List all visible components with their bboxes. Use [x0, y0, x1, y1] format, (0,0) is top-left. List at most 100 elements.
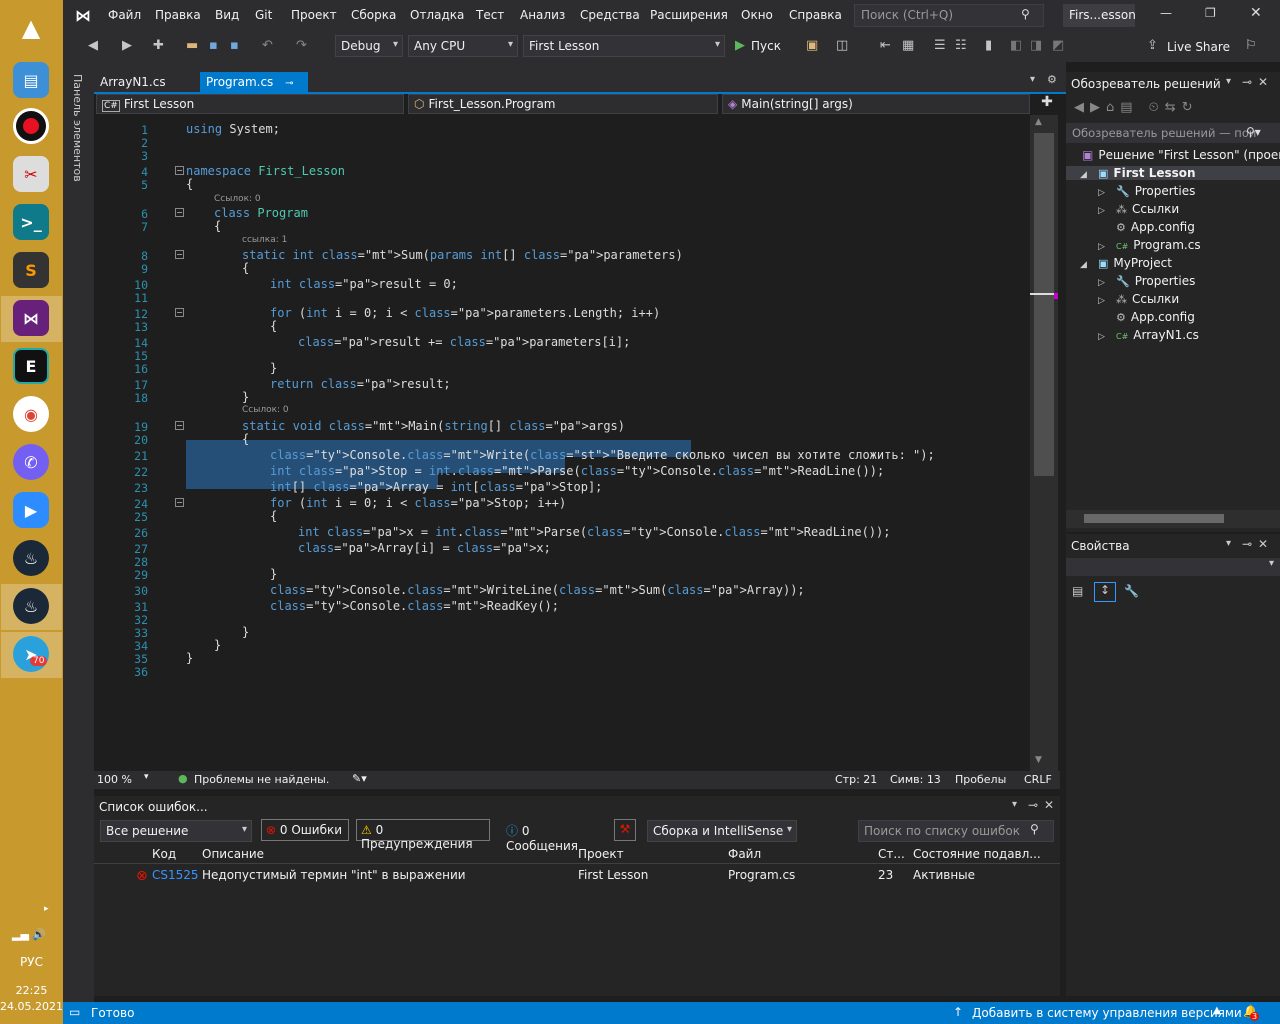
- expand-arrow-icon[interactable]: ▷: [1098, 332, 1116, 342]
- code-line[interactable]: {: [270, 319, 277, 333]
- eol-indicator[interactable]: CRLF: [1024, 773, 1052, 786]
- code-line[interactable]: class="ty">Console.class="mt">WriteLine(…: [270, 583, 805, 597]
- visual-studio-icon[interactable]: ⋈: [13, 300, 49, 336]
- code-line[interactable]: {: [242, 432, 249, 446]
- tree-item[interactable]: ▷ 🔧 Properties: [1098, 274, 1195, 288]
- target-icon[interactable]: ◫: [836, 38, 848, 53]
- code-line[interactable]: }: [242, 390, 249, 404]
- zoom-dropdown-icon[interactable]: ▾: [144, 772, 149, 782]
- zoom-icon[interactable]: ▶: [13, 492, 49, 528]
- input-language[interactable]: РУС: [0, 955, 63, 969]
- panel-pin-icon[interactable]: ⊸: [1242, 75, 1252, 89]
- code-line[interactable]: {: [242, 261, 249, 275]
- code-line[interactable]: using System;: [186, 122, 280, 136]
- menu-8[interactable]: Анализ: [520, 8, 565, 22]
- code-line[interactable]: for (int i = 0; i < class="pa">Stop; i++…: [270, 496, 566, 510]
- build-source-dropdown[interactable]: Сборка и IntelliSense: [647, 820, 797, 842]
- close-icon[interactable]: ✕: [1250, 5, 1262, 21]
- bookmark-prev-icon[interactable]: ◧: [1010, 38, 1022, 53]
- solution-hscrollbar[interactable]: [1066, 510, 1280, 528]
- menu-4[interactable]: Проект: [291, 8, 337, 22]
- chrome-icon[interactable]: ◉: [13, 396, 49, 432]
- tab-arrayn1[interactable]: ArrayN1.cs: [94, 72, 172, 92]
- vcs-button[interactable]: Добавить в систему управления версиями: [972, 1006, 1242, 1020]
- code-line[interactable]: class="pa">Array[i] = class="pa">x;: [298, 541, 551, 555]
- expand-arrow-icon[interactable]: ▷: [1098, 242, 1116, 252]
- live-share-icon[interactable]: ⇪: [1147, 38, 1158, 53]
- restore-icon[interactable]: ❐: [1205, 6, 1216, 20]
- expand-arrow-icon[interactable]: ▷: [1098, 206, 1116, 216]
- tree-item[interactable]: ⚙ App.config: [1098, 310, 1195, 324]
- panel-close-icon[interactable]: ✕: [1258, 75, 1268, 89]
- menu-9[interactable]: Средства: [580, 8, 640, 22]
- menu-2[interactable]: Вид: [215, 8, 239, 22]
- tree-item[interactable]: ◢ ▣ First Lesson: [1066, 166, 1280, 180]
- bookmark-icon[interactable]: ▮: [985, 38, 992, 53]
- column-header[interactable]: Ст...: [878, 847, 905, 861]
- scroll-down-icon[interactable]: ▼: [1035, 755, 1042, 765]
- line-indicator[interactable]: Стр: 21: [835, 773, 877, 786]
- platform-dropdown[interactable]: Any CPU: [408, 35, 518, 57]
- code-line[interactable]: }: [270, 361, 277, 375]
- code-line[interactable]: {: [186, 177, 193, 191]
- indent-icon[interactable]: ☰: [934, 38, 946, 53]
- messages-filter-button[interactable]: ⓘ 0 Сообщения: [502, 819, 602, 853]
- code-line[interactable]: int[] class="pa">Array = int[class="pa">…: [270, 480, 602, 494]
- zoom-level[interactable]: 100 %: [97, 773, 132, 786]
- menu-7[interactable]: Тест: [476, 8, 504, 22]
- code-line[interactable]: int class="pa">Stop = int.class="mt">Par…: [270, 464, 884, 478]
- panel-pin-icon[interactable]: ⊸: [1028, 798, 1038, 812]
- property-pages-icon[interactable]: 🔧: [1124, 584, 1139, 598]
- problems-status[interactable]: Проблемы не найдены.: [194, 773, 329, 786]
- code-line[interactable]: static void class="mt">Main(string[] cla…: [242, 419, 625, 433]
- scope-dropdown[interactable]: Все решение: [100, 820, 252, 842]
- code-line[interactable]: for (int i = 0; i < class="pa">parameter…: [270, 306, 660, 320]
- scroll-up-icon[interactable]: ▲: [1035, 117, 1042, 127]
- app-logo-icon[interactable]: ▲: [13, 10, 49, 46]
- fold-toggle-icon[interactable]: −: [175, 166, 184, 175]
- column-header[interactable]: Проект: [578, 847, 624, 861]
- code-line[interactable]: }: [214, 638, 221, 652]
- expand-arrow-icon[interactable]: ▷: [1098, 296, 1116, 306]
- pin-icon[interactable]: ⊸: [285, 78, 293, 89]
- new-file-icon[interactable]: ✚: [153, 38, 164, 53]
- toolbox-tab[interactable]: Панель элементов: [71, 74, 84, 182]
- terminal-icon[interactable]: >_: [13, 204, 49, 240]
- expand-arrow-icon[interactable]: ▷: [1098, 188, 1116, 198]
- code-line[interactable]: class="pa">result += class="pa">paramete…: [298, 335, 630, 349]
- tree-item[interactable]: ▷ C# ArrayN1.cs: [1098, 328, 1199, 342]
- menu-6[interactable]: Отладка: [410, 8, 464, 22]
- code-line[interactable]: int class="pa">x = int.class="mt">Parse(…: [298, 525, 891, 539]
- warnings-filter-button[interactable]: ⚠ 0 Предупреждения: [356, 819, 490, 851]
- panel-menu-icon[interactable]: ▾: [1226, 538, 1231, 549]
- code-line[interactable]: return class="pa">result;: [270, 377, 451, 391]
- feedback-icon[interactable]: ⚐: [1245, 38, 1257, 53]
- panel-close-icon[interactable]: ✕: [1044, 798, 1054, 812]
- code-line[interactable]: {: [214, 219, 221, 233]
- explorer-icon[interactable]: ▤: [13, 62, 49, 98]
- panel-menu-icon[interactable]: ▾: [1226, 76, 1231, 87]
- bookmark-next-icon[interactable]: ◨: [1030, 38, 1042, 53]
- split-icon[interactable]: ▦: [902, 38, 914, 53]
- output-icon[interactable]: ▭: [69, 1005, 80, 1019]
- cleanup-icon[interactable]: ✎▾: [352, 772, 367, 785]
- steam-icon[interactable]: ♨: [13, 540, 49, 576]
- bookmark-clear-icon[interactable]: ◩: [1052, 38, 1064, 53]
- tree-item[interactable]: ⚙ App.config: [1098, 220, 1195, 234]
- alphabetical-icon[interactable]: ↕: [1094, 582, 1116, 602]
- categorized-icon[interactable]: ▤: [1072, 584, 1083, 598]
- panel-close-icon[interactable]: ✕: [1258, 537, 1268, 551]
- tree-item[interactable]: ▷ ⁂ Ссылки: [1098, 292, 1179, 306]
- tree-item[interactable]: ◢ ▣ MyProject: [1080, 256, 1172, 270]
- hscroll-thumb[interactable]: [1084, 514, 1224, 523]
- scroll-thumb[interactable]: [1034, 133, 1054, 476]
- column-header[interactable]: Состояние подавл...: [913, 847, 1041, 861]
- step-icon[interactable]: ⇤: [880, 38, 891, 53]
- menu-12[interactable]: Справка: [789, 8, 842, 22]
- redo-icon[interactable]: ↷: [296, 38, 307, 53]
- outdent-icon[interactable]: ☷: [955, 38, 967, 53]
- codelens-refs[interactable]: Ссылок: 0: [214, 194, 261, 204]
- codelens-refs[interactable]: ссылка: 1: [242, 235, 287, 245]
- split-editor-icon[interactable]: ✚: [1036, 94, 1058, 114]
- fold-toggle-icon[interactable]: −: [175, 421, 184, 430]
